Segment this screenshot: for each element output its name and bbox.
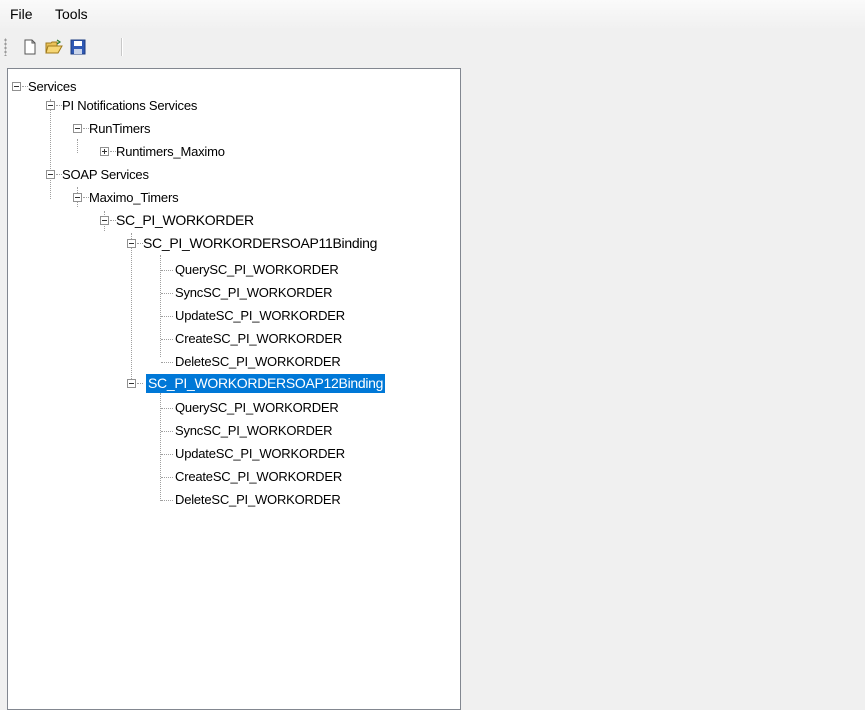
expand-collapse-toggle[interactable] [73,124,82,133]
tree-node-services[interactable]: Services [26,77,78,96]
tree-node-operation[interactable]: CreateSC_PI_WORKORDER [173,329,344,348]
tree-connector [160,393,161,501]
tree-connector [161,293,173,294]
tree-node-operation[interactable]: UpdateSC_PI_WORKORDER [173,306,347,325]
service-tree[interactable]: Services PI Notifications Services RunTi… [7,68,461,710]
tree-connector [137,383,143,384]
tree-connector [161,362,173,363]
expand-collapse-toggle[interactable] [127,379,136,388]
tree-connector [161,500,173,501]
menu-tools[interactable]: Tools [55,6,88,22]
new-button[interactable] [19,36,41,58]
tree-node-operation[interactable]: QuerySC_PI_WORKORDER [173,260,341,279]
save-icon [70,39,86,55]
toolbar [0,30,865,64]
tree-node-sc-pi-workorder[interactable]: SC_PI_WORKORDER [114,211,256,230]
expand-collapse-toggle[interactable] [100,216,109,225]
tree-node-operation[interactable]: DeleteSC_PI_WORKORDER [173,352,343,371]
expand-collapse-toggle[interactable] [46,101,55,110]
tree-node-runtimers-maximo[interactable]: Runtimers_Maximo [114,142,227,161]
toolbar-separator [121,38,123,56]
tree-connector [161,408,173,409]
tree-node-operation[interactable]: QuerySC_PI_WORKORDER [173,398,341,417]
open-button[interactable] [43,36,65,58]
tree-connector [161,454,173,455]
tree-node-operation[interactable]: SyncSC_PI_WORKORDER [173,283,334,302]
tree-connector [161,270,173,271]
tree-node-pi-notifications-services[interactable]: PI Notifications Services [60,96,199,115]
new-document-icon [24,39,36,55]
tree-connector [131,233,132,385]
tree-node-soap-services[interactable]: SOAP Services [60,165,151,184]
tree-node-operation[interactable]: CreateSC_PI_WORKORDER [173,467,344,486]
tree-node-runtimers[interactable]: RunTimers [87,119,152,138]
expand-collapse-toggle[interactable] [73,193,82,202]
tree-connector [161,431,173,432]
expand-collapse-toggle[interactable] [12,82,21,91]
tree-connector [161,316,173,317]
expand-collapse-toggle[interactable] [100,147,109,156]
tree-connector [161,477,173,478]
menu-file[interactable]: File [10,6,33,22]
open-folder-icon [45,39,63,54]
tree-node-operation[interactable]: DeleteSC_PI_WORKORDER [173,490,343,509]
detail-panel [472,68,865,692]
tree-connector [50,99,51,199]
tree-connector [77,139,78,153]
expand-collapse-toggle[interactable] [46,170,55,179]
expand-collapse-toggle[interactable] [127,239,136,248]
tree-node-soap12-binding[interactable]: SC_PI_WORKORDERSOAP12Binding [146,374,386,393]
tree-node-operation[interactable]: UpdateSC_PI_WORKORDER [173,444,347,463]
toolbar-grip[interactable] [4,38,7,56]
tree-connector [161,339,173,340]
save-button[interactable] [67,36,89,58]
tree-node-maximo-timers[interactable]: Maximo_Timers [87,188,180,207]
tree-node-operation[interactable]: SyncSC_PI_WORKORDER [173,421,334,440]
menu-bar: File Tools [0,0,865,30]
tree-node-soap11-binding[interactable]: SC_PI_WORKORDERSOAP11Binding [141,234,379,253]
